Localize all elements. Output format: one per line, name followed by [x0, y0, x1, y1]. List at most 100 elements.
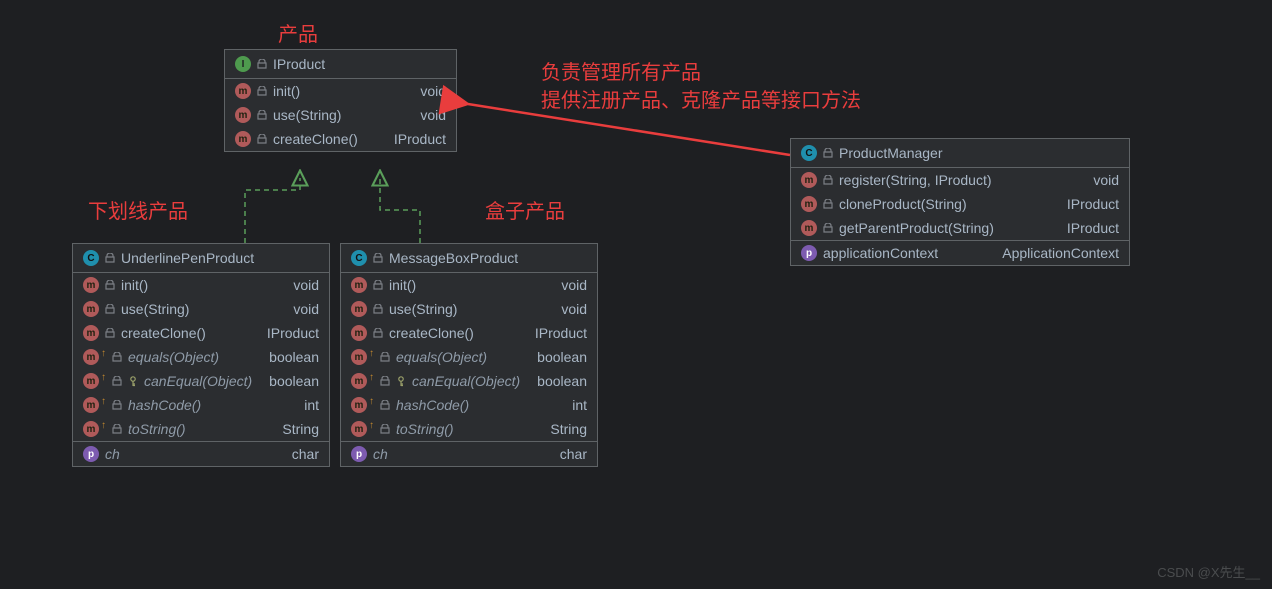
uml-method-row: m↑hashCode()int: [73, 393, 329, 417]
method-icon: m: [351, 421, 367, 437]
field-name: ch: [373, 446, 388, 462]
method-icon: m: [801, 196, 817, 212]
interface-icon: I: [235, 56, 251, 72]
annotation-underline-product: 下划线产品: [88, 195, 188, 224]
uml-method-row: minit()void: [341, 273, 597, 297]
method-icon: m: [83, 301, 99, 317]
field-name: applicationContext: [823, 245, 938, 261]
uml-header: C UnderlinePenProduct: [73, 244, 329, 273]
method-icon: m: [83, 325, 99, 341]
method-icon: m: [351, 373, 367, 389]
up-modifier-icon: ↑: [369, 396, 374, 407]
annotation-box-product: 盒子产品: [485, 195, 565, 224]
property-icon: p: [351, 446, 367, 462]
uml-box-iproduct: I IProduct minit()voidmuse(String)voidmc…: [224, 49, 457, 152]
lock-icon: [380, 352, 390, 362]
uml-box-underline: C UnderlinePenProduct minit()voidmuse(St…: [72, 243, 330, 467]
uml-field-row: p ch char: [73, 441, 329, 466]
method-return: boolean: [537, 373, 587, 389]
property-icon: p: [801, 245, 817, 261]
lock-icon: [373, 253, 383, 263]
method-icon: m: [351, 397, 367, 413]
lock-icon: [823, 223, 833, 233]
lock-icon: [373, 280, 383, 290]
method-return: void: [420, 83, 446, 99]
method-return: void: [420, 107, 446, 123]
lock-icon: [105, 304, 115, 314]
class-title: MessageBoxProduct: [389, 250, 518, 266]
field-type: ApplicationContext: [1002, 245, 1119, 261]
property-icon: p: [83, 446, 99, 462]
method-icon: m: [801, 220, 817, 236]
method-icon: m: [235, 83, 251, 99]
uml-method-row: muse(String)void: [341, 297, 597, 321]
method-signature: createClone(): [389, 325, 474, 341]
method-icon: m: [83, 397, 99, 413]
method-signature: hashCode(): [396, 397, 469, 413]
lock-icon: [112, 376, 122, 386]
method-signature: canEqual(Object): [412, 373, 520, 389]
lock-icon: [380, 376, 390, 386]
class-icon: C: [83, 250, 99, 266]
lock-icon: [373, 328, 383, 338]
uml-method-row: m init() void: [225, 79, 456, 103]
lock-icon: [823, 199, 833, 209]
up-modifier-icon: ↑: [101, 348, 106, 359]
method-return: void: [561, 301, 587, 317]
uml-header: I IProduct: [225, 50, 456, 79]
method-signature: init(): [273, 83, 300, 99]
key-icon: [396, 375, 406, 387]
method-signature: equals(Object): [396, 349, 487, 365]
class-title: UnderlinePenProduct: [121, 250, 254, 266]
method-signature: equals(Object): [128, 349, 219, 365]
method-signature: use(String): [273, 107, 341, 123]
annotation-manager-line1: 负责管理所有产品: [541, 56, 701, 85]
uml-method-row: minit()void: [73, 273, 329, 297]
uml-method-row: m↑equals(Object)boolean: [73, 345, 329, 369]
uml-method-row: mgetParentProduct(String)IProduct: [791, 216, 1129, 240]
method-icon: m: [351, 349, 367, 365]
method-icon: m: [351, 301, 367, 317]
method-icon: m: [801, 172, 817, 188]
key-icon: [128, 375, 138, 387]
method-icon: m: [83, 373, 99, 389]
class-icon: C: [801, 145, 817, 161]
lock-icon: [257, 86, 267, 96]
method-signature: createClone(): [273, 131, 358, 147]
uml-header: C MessageBoxProduct: [341, 244, 597, 273]
uml-method-row: mregister(String, IProduct)void: [791, 168, 1129, 192]
class-icon: C: [351, 250, 367, 266]
up-modifier-icon: ↑: [101, 420, 106, 431]
lock-icon: [823, 148, 833, 158]
method-return: void: [293, 277, 319, 293]
method-return: IProduct: [1067, 220, 1119, 236]
method-return: boolean: [537, 349, 587, 365]
uml-method-row: m↑ toString() String: [73, 417, 329, 441]
method-signature: hashCode(): [128, 397, 201, 413]
method-return: IProduct: [394, 131, 446, 147]
method-signature: toString(): [128, 421, 186, 437]
method-icon: m: [351, 277, 367, 293]
method-icon: m: [83, 421, 99, 437]
lock-icon: [380, 400, 390, 410]
method-return: String: [282, 421, 319, 437]
method-signature: canEqual(Object): [144, 373, 252, 389]
annotation-manager-line2: 提供注册产品、克隆产品等接口方法: [541, 84, 861, 113]
method-return: IProduct: [267, 325, 319, 341]
annotation-product: 产品: [278, 18, 318, 47]
method-signature: createClone(): [121, 325, 206, 341]
uml-method-row: muse(String)void: [225, 103, 456, 127]
uml-method-row: m↑canEqual(Object)boolean: [73, 369, 329, 393]
field-type: char: [560, 446, 587, 462]
uml-method-row: m↑equals(Object)boolean: [341, 345, 597, 369]
method-icon: m: [235, 131, 251, 147]
method-signature: init(): [121, 277, 148, 293]
class-title: ProductManager: [839, 145, 943, 161]
method-signature: init(): [389, 277, 416, 293]
field-name: ch: [105, 446, 120, 462]
method-return: void: [1093, 172, 1119, 188]
lock-icon: [823, 175, 833, 185]
lock-icon: [257, 110, 267, 120]
lock-icon: [373, 304, 383, 314]
method-return: void: [293, 301, 319, 317]
